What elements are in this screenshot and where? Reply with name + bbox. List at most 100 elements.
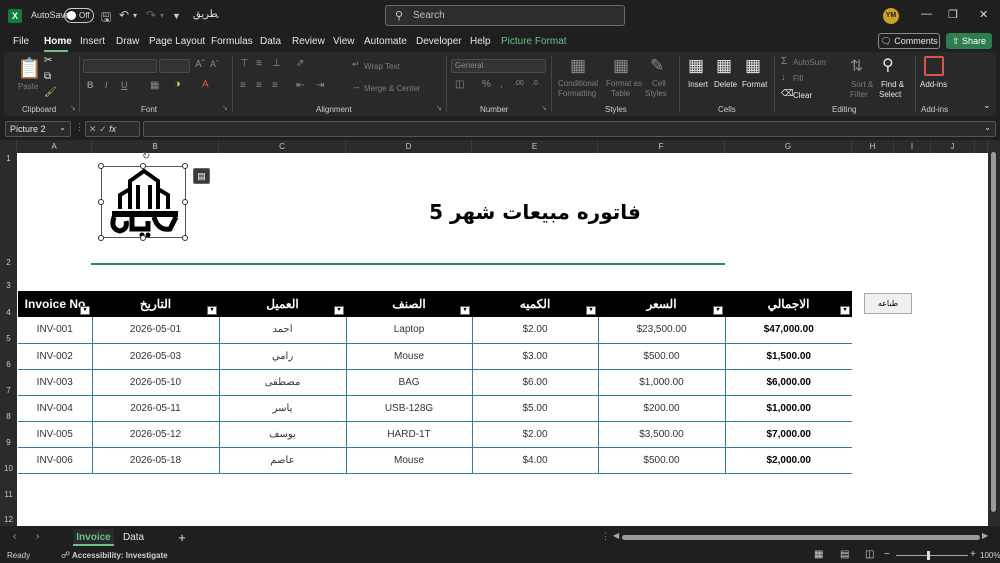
cell-total[interactable]: $7,000.00 bbox=[724, 421, 852, 448]
wrap-text-label[interactable]: Wrap Text bbox=[364, 62, 400, 71]
cell-invoice-no[interactable]: INV-002 bbox=[18, 343, 92, 370]
cell-total[interactable]: $1,000.00 bbox=[724, 395, 852, 422]
header-quantity[interactable]: الكميه ▾ bbox=[472, 291, 598, 317]
filename-chevron-icon[interactable]: ⌄ bbox=[214, 11, 221, 20]
clear-icon[interactable]: ⌫ bbox=[781, 88, 794, 99]
resize-handle[interactable] bbox=[182, 163, 188, 169]
page-break-view-icon[interactable]: ◫ bbox=[865, 549, 874, 560]
filter-label[interactable]: Filter bbox=[850, 90, 868, 99]
column-header[interactable]: D bbox=[346, 140, 472, 153]
tab-file[interactable]: File bbox=[13, 36, 29, 47]
filter-dropdown-icon[interactable]: ▾ bbox=[460, 306, 470, 315]
header-date[interactable]: التاريخ ▾ bbox=[92, 291, 219, 317]
save-icon[interactable]: 🖫 bbox=[101, 8, 111, 29]
column-header[interactable]: H bbox=[852, 140, 894, 153]
row-header[interactable]: 2 bbox=[0, 257, 17, 277]
undo-icon[interactable]: ↶ bbox=[119, 8, 129, 22]
cell-total[interactable]: $6,000.00 bbox=[724, 369, 852, 396]
cell-date[interactable]: 2026-05-12 bbox=[91, 421, 219, 448]
zoom-slider-track[interactable] bbox=[896, 555, 968, 556]
tab-view[interactable]: View bbox=[333, 36, 355, 47]
formula-input[interactable]: ⌄ bbox=[143, 121, 996, 137]
column-header[interactable]: E bbox=[472, 140, 598, 153]
font-color-icon[interactable]: A bbox=[202, 79, 209, 90]
delete-label[interactable]: Delete bbox=[714, 80, 737, 89]
underline-icon[interactable]: U bbox=[121, 80, 128, 90]
cell-total[interactable]: $2,000.00 bbox=[724, 447, 852, 474]
cell-item[interactable]: Mouse bbox=[345, 343, 472, 370]
cell-quantity[interactable]: $3.00 bbox=[471, 343, 598, 370]
print-button[interactable]: طباعه bbox=[864, 293, 912, 314]
tab-data[interactable]: Data bbox=[260, 36, 281, 47]
cell-quantity[interactable]: $4.00 bbox=[471, 447, 598, 474]
row-header[interactable]: 6 bbox=[0, 343, 17, 369]
addins-icon[interactable] bbox=[924, 56, 944, 76]
cell-item[interactable]: USB-128G bbox=[345, 395, 472, 422]
autosave-toggle[interactable]: Off bbox=[64, 8, 94, 23]
undo-dropdown-icon[interactable]: ▾ bbox=[133, 11, 137, 20]
cell-date[interactable]: 2026-05-03 bbox=[91, 343, 219, 370]
paste-label[interactable]: Paste bbox=[18, 82, 38, 91]
name-box[interactable]: Picture 2 ⌄ bbox=[5, 121, 71, 137]
align-right-icon[interactable]: ≡ bbox=[272, 80, 278, 91]
resize-handle[interactable] bbox=[140, 235, 146, 241]
tab-review[interactable]: Review bbox=[292, 36, 325, 47]
row-header[interactable]: 3 bbox=[0, 277, 17, 291]
row-header[interactable]: 5 bbox=[0, 317, 17, 343]
share-button[interactable]: ⇧ Share bbox=[946, 33, 992, 49]
clipboard-launcher-icon[interactable]: ↘ bbox=[70, 104, 76, 112]
tab-automate[interactable]: Automate bbox=[364, 36, 407, 47]
resize-handle[interactable] bbox=[98, 199, 104, 205]
customize-toolbar-icon[interactable]: ▼ bbox=[172, 11, 181, 21]
cell-item[interactable]: Laptop bbox=[345, 317, 472, 344]
cell-date[interactable]: 2026-05-11 bbox=[91, 395, 219, 422]
cell-price[interactable]: $200.00 bbox=[597, 395, 725, 422]
cell-quantity[interactable]: $2.00 bbox=[471, 317, 598, 344]
cell-price[interactable]: $500.00 bbox=[597, 447, 725, 474]
align-bottom-icon[interactable]: ⊥ bbox=[272, 58, 281, 69]
font-launcher-icon[interactable]: ↘ bbox=[222, 104, 228, 112]
row-header[interactable]: 1 bbox=[0, 153, 17, 257]
cancel-icon[interactable]: ✕ bbox=[89, 124, 97, 134]
cell-customer[interactable]: يوسف bbox=[218, 421, 346, 448]
header-total[interactable]: الاجمالي ▾ bbox=[725, 291, 852, 317]
accessibility-status[interactable]: Accessibility: Investigate bbox=[72, 551, 168, 560]
align-left-icon[interactable]: ≡ bbox=[240, 80, 246, 91]
align-middle-icon[interactable]: ≡ bbox=[256, 58, 262, 69]
row-header[interactable]: 11 bbox=[0, 473, 17, 500]
accessibility-icon[interactable]: ☍ bbox=[61, 550, 70, 561]
cell-quantity[interactable]: $5.00 bbox=[471, 395, 598, 422]
zoom-level[interactable]: 100% bbox=[980, 551, 1000, 560]
tab-insert[interactable]: Insert bbox=[80, 36, 105, 47]
hscroll-left-icon[interactable]: ◀ bbox=[613, 531, 619, 540]
cell-customer[interactable]: احمد bbox=[218, 317, 346, 344]
header-invoice-no[interactable]: Invoice No ▾ bbox=[18, 291, 92, 317]
row-header[interactable]: 12 bbox=[0, 500, 17, 526]
zoom-out-icon[interactable]: − bbox=[884, 549, 890, 560]
insert-cells-icon[interactable]: ▦ bbox=[688, 56, 704, 76]
select-label[interactable]: Select bbox=[879, 90, 901, 99]
zoom-in-icon[interactable]: + bbox=[970, 549, 976, 560]
column-header[interactable]: I bbox=[894, 140, 931, 153]
find-select-icon[interactable]: ⚲ bbox=[882, 55, 894, 75]
tab-developer[interactable]: Developer bbox=[416, 36, 462, 47]
scroll-tabs-left-icon[interactable]: ‹ bbox=[13, 531, 16, 542]
copy-icon[interactable]: ⧉ bbox=[44, 71, 51, 82]
decrease-indent-icon[interactable]: ⇤ bbox=[296, 80, 304, 91]
enter-icon[interactable]: ✓ bbox=[99, 124, 107, 134]
resize-handle[interactable] bbox=[98, 235, 104, 241]
cut-icon[interactable]: ✂ bbox=[44, 55, 52, 66]
merge-center-label[interactable]: Merge & Center bbox=[364, 84, 420, 93]
minimize-icon[interactable]: — bbox=[921, 8, 932, 20]
column-header[interactable]: G bbox=[725, 140, 852, 153]
zoom-slider-knob[interactable] bbox=[927, 551, 930, 560]
cell-price[interactable]: $500.00 bbox=[597, 343, 725, 370]
header-price[interactable]: السعر ▾ bbox=[598, 291, 725, 317]
row-header[interactable]: 9 bbox=[0, 421, 17, 447]
row-header[interactable]: 10 bbox=[0, 447, 17, 473]
resize-handle[interactable] bbox=[140, 163, 146, 169]
cell-total[interactable]: $1,500.00 bbox=[724, 343, 852, 370]
format-as-label[interactable]: Format as bbox=[606, 79, 642, 88]
cell-price[interactable]: $23,500.00 bbox=[597, 317, 725, 344]
collapse-ribbon-icon[interactable]: ⌄ bbox=[983, 100, 991, 111]
